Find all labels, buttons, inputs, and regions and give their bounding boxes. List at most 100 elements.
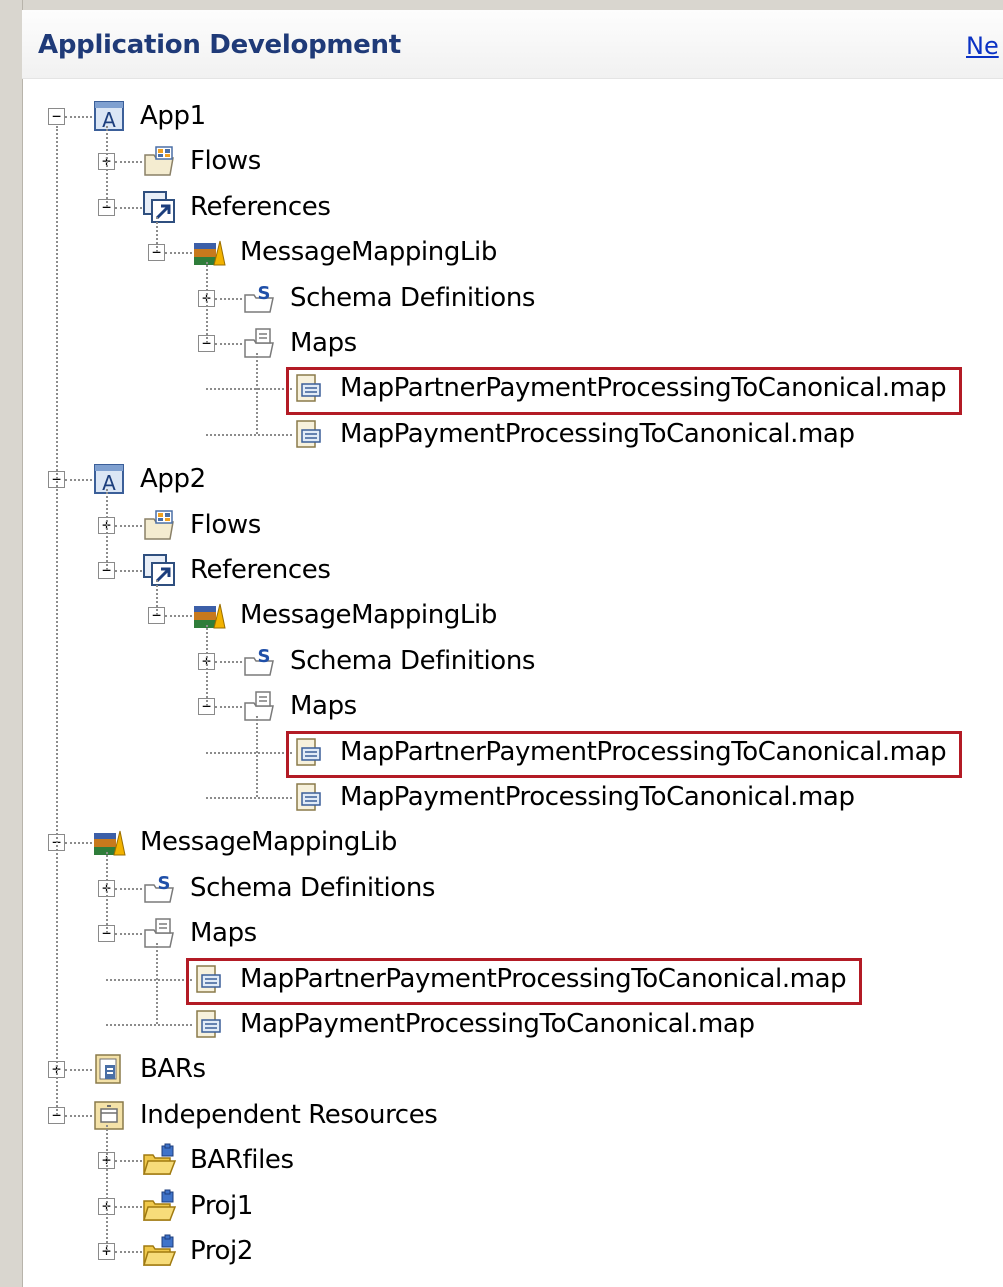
map-file-icon bbox=[292, 780, 326, 814]
tree-item-mappartnerpaymentprocessingtocanonical-map[interactable]: MapPartnerPaymentProcessingToCanonical.m… bbox=[340, 370, 947, 406]
schema-folder-icon: S bbox=[142, 871, 176, 905]
tree-item-schema-definitions[interactable]: Schema Definitions bbox=[290, 643, 535, 679]
tree-connector bbox=[106, 126, 108, 207]
tree-connector bbox=[65, 842, 92, 845]
references-icon bbox=[142, 553, 176, 587]
tree-item-app2[interactable]: App2 bbox=[140, 461, 206, 497]
tree-connector bbox=[115, 933, 142, 936]
tree-item-schema-definitions[interactable]: Schema Definitions bbox=[190, 870, 435, 906]
tree-connector bbox=[106, 978, 192, 981]
tree-connector bbox=[106, 1124, 108, 1251]
tree-item-proj1[interactable]: Proj1 bbox=[190, 1188, 253, 1224]
tree-connector bbox=[115, 524, 142, 527]
tree-item-messagemappinglib[interactable]: MessageMappingLib bbox=[240, 234, 497, 270]
tree-connector bbox=[156, 216, 158, 253]
map-file-icon bbox=[292, 735, 326, 769]
tree-connector bbox=[256, 716, 258, 797]
tree-item-mappaymentprocessingtocanonical-map[interactable]: MapPaymentProcessingToCanonical.map bbox=[240, 1006, 755, 1042]
map-file-icon bbox=[192, 1007, 226, 1041]
tree-item-flows[interactable]: Flows bbox=[190, 507, 261, 543]
independent-resources-icon bbox=[92, 1098, 126, 1132]
library-icon bbox=[92, 825, 126, 859]
tree-connector bbox=[106, 852, 108, 934]
tree-connector bbox=[206, 625, 208, 707]
map-file-icon bbox=[192, 962, 226, 996]
tree-item-barfiles[interactable]: BARfiles bbox=[190, 1142, 294, 1178]
flows-folder-icon bbox=[142, 508, 176, 542]
tree-connector bbox=[65, 1114, 92, 1117]
svg-text:S: S bbox=[258, 283, 271, 304]
bars-container-icon bbox=[92, 1052, 126, 1086]
tree-connector bbox=[206, 433, 292, 436]
tree-connector bbox=[206, 751, 292, 754]
schema-folder-icon: S bbox=[242, 281, 276, 315]
tree-connector bbox=[165, 252, 192, 255]
tree-item-messagemappinglib[interactable]: MessageMappingLib bbox=[240, 597, 497, 633]
flows-folder-icon bbox=[142, 144, 176, 178]
tree-item-maps[interactable]: Maps bbox=[190, 915, 257, 951]
map-file-icon bbox=[292, 371, 326, 405]
schema-folder-icon: S bbox=[242, 644, 276, 678]
tree-connector bbox=[115, 570, 142, 572]
tree-item-independent-resources[interactable]: Independent Resources bbox=[140, 1097, 438, 1133]
tree-connector bbox=[115, 1205, 142, 1208]
tree-connector bbox=[156, 580, 158, 616]
tree-connector bbox=[65, 479, 92, 482]
tree-item-bars[interactable]: BARs bbox=[140, 1051, 206, 1087]
project-tree: − A App1 + Flows − References − MessageMapp… bbox=[22, 78, 1003, 1287]
tree-connector bbox=[115, 161, 142, 164]
application-icon: A bbox=[92, 99, 126, 133]
tree-connector bbox=[56, 126, 58, 1115]
svg-text:A: A bbox=[102, 471, 116, 495]
tree-connector bbox=[115, 1251, 142, 1253]
tree-connector bbox=[106, 489, 108, 570]
maps-folder-icon bbox=[242, 689, 276, 723]
tree-connector bbox=[165, 615, 192, 618]
new-link[interactable]: Ne bbox=[966, 32, 999, 60]
tree-item-flows[interactable]: Flows bbox=[190, 143, 261, 179]
tree-item-messagemappinglib[interactable]: MessageMappingLib bbox=[140, 824, 397, 860]
project-folder-icon bbox=[142, 1189, 176, 1223]
tree-connector bbox=[206, 797, 292, 799]
project-folder-icon bbox=[142, 1234, 176, 1268]
window-left-border bbox=[0, 0, 23, 1287]
project-folder-icon bbox=[142, 1143, 176, 1177]
tree-item-mappartnerpaymentprocessingtocanonical-map[interactable]: MapPartnerPaymentProcessingToCanonical.m… bbox=[340, 734, 947, 770]
svg-text:A: A bbox=[102, 108, 116, 132]
tree-connector bbox=[206, 262, 208, 343]
application-development-view: Application Development Ne − A App1 + Flo… bbox=[0, 0, 1003, 1287]
svg-text:S: S bbox=[158, 873, 171, 894]
tree-item-references[interactable]: References bbox=[190, 552, 331, 588]
tree-item-mappaymentprocessingtocanonical-map[interactable]: MapPaymentProcessingToCanonical.map bbox=[340, 779, 855, 815]
tree-connector bbox=[65, 116, 92, 118]
tree-item-mappaymentprocessingtocanonical-map[interactable]: MapPaymentProcessingToCanonical.map bbox=[340, 416, 855, 452]
tree-item-maps[interactable]: Maps bbox=[290, 688, 357, 724]
svg-text:S: S bbox=[258, 646, 271, 667]
tree-connector bbox=[256, 353, 258, 434]
tree-item-mappartnerpaymentprocessingtocanonical-map[interactable]: MapPartnerPaymentProcessingToCanonical.m… bbox=[240, 961, 847, 997]
tree-connector bbox=[215, 706, 242, 709]
tree-item-references[interactable]: References bbox=[190, 189, 331, 225]
tree-item-app1[interactable]: App1 bbox=[140, 98, 206, 134]
maps-folder-icon bbox=[142, 916, 176, 950]
tree-connector bbox=[215, 343, 242, 345]
tree-connector bbox=[115, 1160, 142, 1163]
tree-connector bbox=[115, 206, 142, 209]
tree-item-maps[interactable]: Maps bbox=[290, 325, 357, 361]
tree-connector bbox=[156, 943, 158, 1024]
tree-connector bbox=[215, 660, 242, 663]
tree-item-schema-definitions[interactable]: Schema Definitions bbox=[290, 280, 535, 316]
application-icon: A bbox=[92, 462, 126, 496]
library-icon bbox=[192, 598, 226, 632]
maps-folder-icon bbox=[242, 326, 276, 360]
collapse-app1-toggle-icon[interactable]: − bbox=[48, 108, 65, 125]
window-top-border bbox=[0, 0, 1003, 10]
tree-connector bbox=[215, 297, 242, 300]
tree-connector bbox=[206, 388, 292, 391]
view-header: Application Development Ne bbox=[22, 10, 1003, 79]
library-icon bbox=[192, 235, 226, 269]
tree-connector bbox=[106, 1024, 192, 1026]
tree-connector bbox=[115, 887, 142, 890]
references-icon bbox=[142, 190, 176, 224]
tree-item-proj2[interactable]: Proj2 bbox=[190, 1233, 253, 1269]
